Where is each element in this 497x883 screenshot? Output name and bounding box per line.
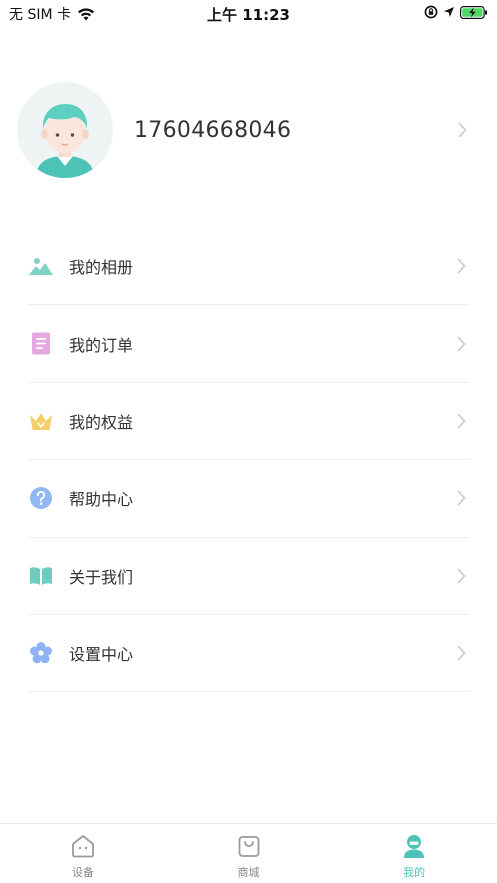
- menu-label-album: 我的相册: [69, 258, 134, 278]
- mountain-photo-icon: [28, 253, 54, 279]
- profile-header[interactable]: 17604668046: [0, 82, 497, 182]
- tab-devices[interactable]: 设备: [0, 824, 166, 883]
- flower-settings-icon: [28, 640, 54, 666]
- tab-mine[interactable]: 我的: [331, 824, 497, 883]
- chevron-right-icon[interactable]: [458, 122, 467, 138]
- menu-label-help: 帮助中心: [69, 490, 134, 510]
- location-arrow-icon: [444, 7, 454, 17]
- menu-label-orders: 我的订单: [69, 335, 134, 355]
- chevron-right-icon: [457, 645, 466, 661]
- status-bar-right: [419, 5, 488, 19]
- tab-shop[interactable]: 商城: [166, 824, 332, 883]
- document-list-icon: [28, 331, 54, 357]
- status-bar: 无 SIM 卡 上午 11:23: [0, 0, 497, 26]
- shopping-bag-icon: [238, 836, 259, 857]
- tab-label-mine: 我的: [403, 866, 426, 879]
- menu-item-benefits[interactable]: 我的权益: [28, 383, 469, 461]
- help-question-icon: [28, 485, 54, 511]
- menu-label-about: 关于我们: [69, 567, 134, 587]
- user-profile-icon: [404, 835, 425, 858]
- menu-item-help[interactable]: 帮助中心: [28, 460, 469, 538]
- menu-item-album[interactable]: 我的相册: [28, 228, 469, 306]
- phone-number: 17604668046: [134, 118, 292, 143]
- chevron-right-icon: [457, 413, 466, 429]
- menu-item-orders[interactable]: 我的订单: [28, 305, 469, 383]
- menu-list: 我的相册 我的订单 我的权益 帮助中心 关于我们 设置中心: [28, 228, 469, 693]
- bottom-tab-bar: 设备 商城 我的: [0, 823, 497, 883]
- orientation-lock-icon: [424, 5, 438, 19]
- avatar[interactable]: [17, 82, 113, 178]
- tab-label-shop: 商城: [237, 866, 260, 879]
- open-book-icon: [28, 563, 54, 589]
- tab-label-devices: 设备: [71, 866, 94, 879]
- home-device-icon: [71, 835, 94, 858]
- my-profile-screen: 无 SIM 卡 上午 11:23 17604668046 我的相册 我的订单 我…: [0, 0, 497, 883]
- user-avatar-icon: [17, 82, 113, 178]
- menu-item-about[interactable]: 关于我们: [28, 538, 469, 615]
- menu-label-settings: 设置中心: [69, 645, 134, 665]
- battery-charging-icon: [460, 5, 487, 19]
- menu-item-settings[interactable]: 设置中心: [28, 615, 469, 693]
- menu-label-benefits: 我的权益: [69, 412, 134, 432]
- chevron-right-icon: [457, 258, 466, 274]
- crown-icon: [28, 408, 54, 434]
- chevron-right-icon: [457, 568, 466, 584]
- chevron-right-icon: [457, 336, 466, 351]
- chevron-right-icon: [457, 491, 466, 506]
